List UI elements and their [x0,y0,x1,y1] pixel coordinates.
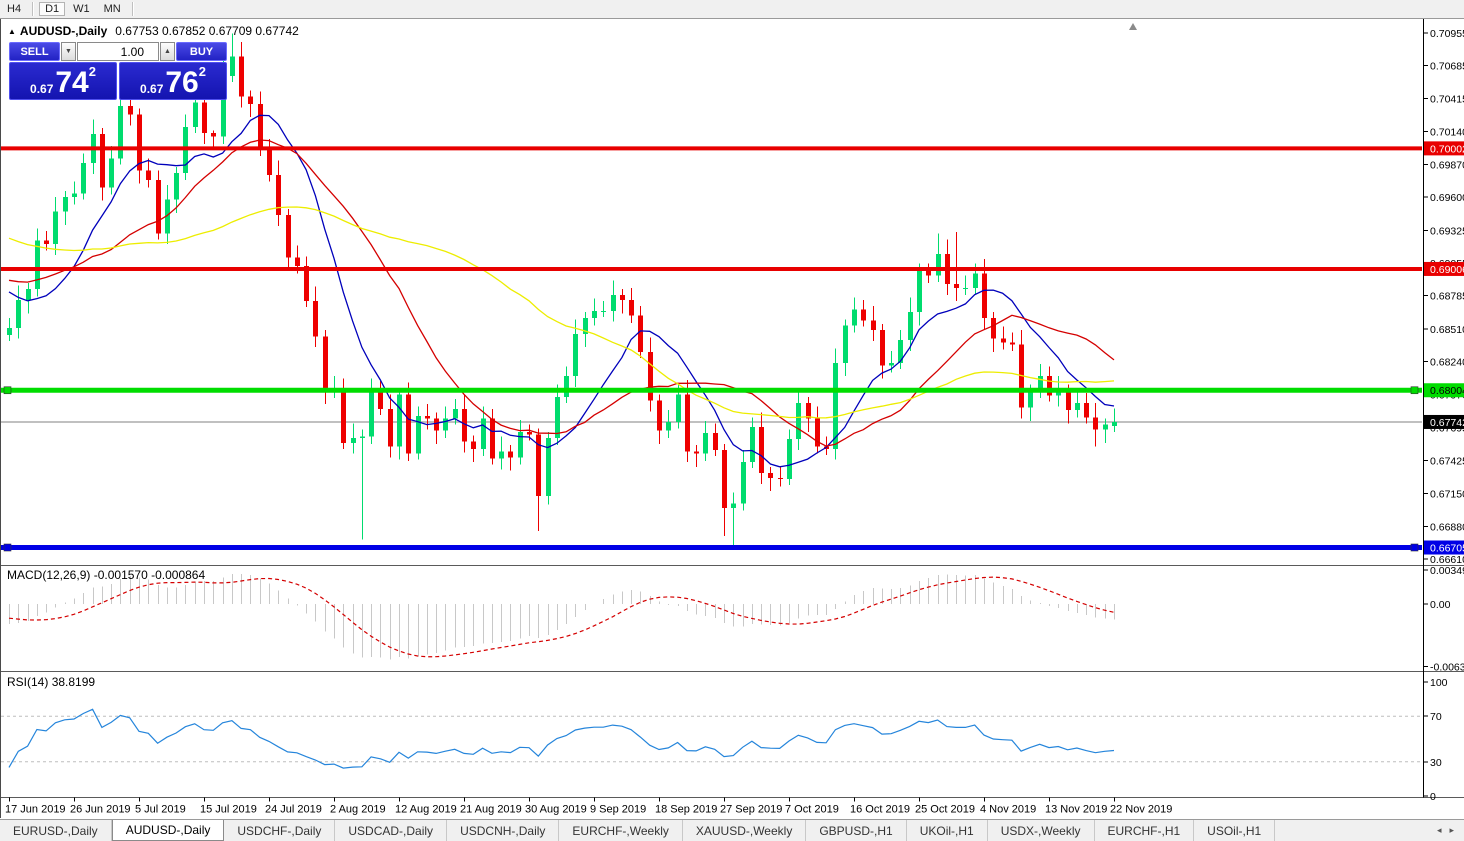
macd-tick-label: 0.00 [1430,599,1451,611]
bottom-tab-usdchf-daily[interactable]: USDCHF-,Daily [224,820,335,841]
bottom-tab-usdcnh-daily[interactable]: USDCNH-,Daily [447,820,559,841]
chart-ohlc-values: 0.67753 0.67852 0.67709 0.67742 [115,24,299,38]
toolbar-separator [132,2,134,16]
timeframe-button-h4[interactable]: H4 [1,2,27,16]
price-marker-label: 0.67742 [1430,417,1464,429]
rsi-tick-label: 70 [1430,711,1442,723]
bottom-tab-gbpusd-h1[interactable]: GBPUSD-,H1 [806,820,906,841]
chart-symbol-label: AUDUSD-,Daily [20,24,107,38]
volume-decrease-button[interactable]: ▼ [61,42,76,61]
price-tick-label: 0.70415 [1430,93,1464,105]
candlestick-series [7,34,1117,549]
timeframe-button-d1[interactable]: D1 [39,2,65,16]
chart-tab-bar: EURUSD-,DailyAUDUSD-,DailyUSDCHF-,DailyU… [0,819,1464,841]
price-tick-label: 0.70955 [1430,28,1464,40]
one-click-trading-panel: SELL ▼ 1.00 ▲ BUY 0.67 74 2 0.67 76 2 [9,42,227,100]
buy-price-display[interactable]: 0.67 76 2 [119,62,227,100]
price-tick-label: 0.68785 [1430,291,1464,303]
support-line-066705-handle[interactable] [1411,544,1418,551]
time-axis-label: 15 Jul 2019 [200,804,257,816]
price-tick-label: 0.70140 [1430,127,1464,139]
bottom-tab-xauusd-weekly[interactable]: XAUUSD-,Weekly [683,820,806,841]
buy-price-pip-digit: 2 [199,64,206,79]
price-marker-label: 0.69006 [1430,264,1464,276]
bottom-tab-audusd-daily[interactable]: AUDUSD-,Daily [112,820,225,841]
timeframe-toolbar: H4 D1W1MN [0,0,1464,19]
time-axis-label: 2 Aug 2019 [330,804,386,816]
volume-input[interactable]: 1.00 [77,42,159,61]
time-axis-label: 5 Jul 2019 [135,804,186,816]
support-line-066705-handle[interactable] [4,544,11,551]
support-line-068004-handle[interactable] [1411,387,1418,394]
macd-signal-line [9,577,1114,657]
price-marker-label: 0.66705 [1430,543,1464,555]
timeframe-button-mn[interactable]: MN [98,2,127,16]
support-line-068004-handle[interactable] [4,387,11,394]
sell-price-prefix: 0.67 [30,82,53,96]
sell-price-pip-digit: 2 [89,64,96,79]
volume-increase-button[interactable]: ▲ [160,42,175,61]
bottom-tab-ukoil-h1[interactable]: UKOil-,H1 [907,820,988,841]
time-axis-label: 25 Oct 2019 [915,804,975,816]
time-axis-label: 9 Sep 2019 [590,804,646,816]
mt4-terminal: { "toolbar": { "timeframes": [ {"label":… [0,0,1464,840]
time-axis-label: 22 Nov 2019 [1110,804,1172,816]
price-marker-label: 0.70002 [1430,143,1464,155]
rsi-line [9,709,1114,768]
time-axis-label: 4 Nov 2019 [980,804,1036,816]
time-axis-label: 12 Aug 2019 [395,804,457,816]
time-axis-label: 7 Oct 2019 [785,804,839,816]
price-tick-label: 0.70685 [1430,61,1464,73]
sell-price-display[interactable]: 0.67 74 2 [9,62,117,100]
bottom-tab-usoil-h1[interactable]: USOil-,H1 [1194,820,1275,841]
macd-histogram [10,574,1115,659]
price-marker-label: 0.68004 [1430,385,1464,397]
time-axis-label: 30 Aug 2019 [525,804,587,816]
collapse-triangle-icon[interactable]: ▲ [8,27,16,36]
price-tick-label: 0.67425 [1430,455,1464,467]
timeframe-button-w1[interactable]: W1 [67,2,96,16]
tab-scroll-right-icon[interactable]: ▸ [1449,825,1454,836]
time-axis-label: 26 Jun 2019 [70,804,131,816]
price-tick-label: 0.69600 [1430,192,1464,204]
price-tick-label: 0.66880 [1430,521,1464,533]
time-axis-label: 17 Jun 2019 [5,804,66,816]
price-tick-label: 0.67150 [1430,489,1464,501]
bottom-tab-usdx-weekly[interactable]: USDX-,Weekly [988,820,1095,841]
buy-button[interactable]: BUY [176,42,227,61]
price-tick-label: 0.68240 [1430,357,1464,369]
moving-average-10 [9,115,1114,467]
bottom-tab-eurchf-weekly[interactable]: EURCHF-,Weekly [559,820,682,841]
rsi-tick-label: 30 [1430,757,1442,769]
bottom-tab-eurusd-daily[interactable]: EURUSD-,Daily [0,820,112,841]
chart-window: 0.70955 0.70685 0.70415 0.70140 0.69870 0.696… [0,19,1464,818]
bottom-tab-eurchf-h1[interactable]: EURCHF-,H1 [1095,820,1195,841]
time-axis-label: 21 Aug 2019 [460,804,522,816]
macd-tick-label: -0.00637 [1430,661,1464,673]
macd-tick-label: 0.00349 [1430,565,1464,577]
rsi-tick-label: 100 [1430,677,1448,689]
tab-scroll-left-icon[interactable]: ◂ [1437,825,1442,836]
sell-price-big-digits: 74 [55,70,88,96]
time-axis-label: 18 Sep 2019 [655,804,717,816]
time-axis-label: 13 Nov 2019 [1045,804,1107,816]
buy-price-prefix: 0.67 [140,82,163,96]
time-axis-label: 27 Sep 2019 [720,804,782,816]
price-tick-label: 0.69325 [1430,225,1464,237]
main-chart-svg[interactable]: 0.70955 0.70685 0.70415 0.70140 0.69870 0.696… [1,19,1464,818]
sell-button[interactable]: SELL [9,42,60,61]
chart-title: ▲ AUDUSD-,Daily 0.67753 0.67852 0.67709 0.… [8,24,299,38]
price-tick-label: 0.68510 [1430,324,1464,336]
time-axis-label: 24 Jul 2019 [265,804,322,816]
toolbar-separator [32,2,34,16]
buy-price-big-digits: 76 [165,70,198,96]
macd-indicator-label: MACD(12,26,9) -0.001570 -0.000864 [7,568,205,582]
chart-shift-marker-icon[interactable] [1129,23,1137,30]
rsi-tick-label: 0 [1430,791,1436,803]
rsi-indicator-label: RSI(14) 38.8199 [7,675,95,689]
bottom-tab-usdcad-daily[interactable]: USDCAD-,Daily [335,820,447,841]
moving-average-45 [9,207,1114,418]
time-axis-label: 16 Oct 2019 [850,804,910,816]
price-tick-label: 0.69870 [1430,159,1464,171]
